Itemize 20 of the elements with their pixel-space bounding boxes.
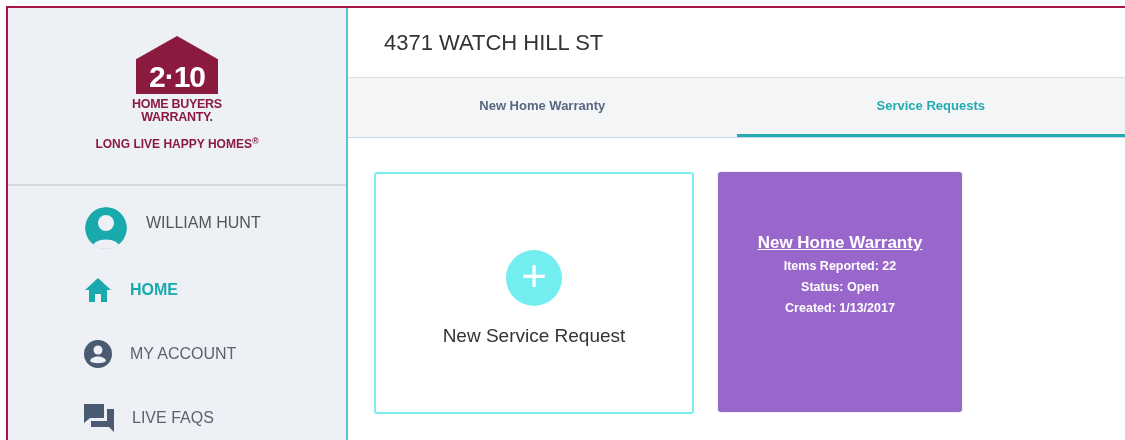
chat-icon [84, 404, 114, 432]
user-icon [84, 340, 112, 368]
nav-item[interactable]: MY ACCOUNT [84, 322, 346, 386]
logo-text: WARRANTY. [141, 110, 213, 123]
logo-text: HOME BUYERS [132, 98, 222, 111]
avatar-icon [84, 206, 128, 250]
request-detail: Items Reported: 22 [783, 257, 897, 275]
request-link[interactable]: New Home Warranty [757, 230, 923, 256]
tab[interactable]: New Home Warranty [348, 78, 737, 137]
new-request-card[interactable]: + New Service Request [374, 172, 694, 414]
request-detail: Created: 1/13/2017 [785, 299, 895, 317]
tagline: LONG LIVE HAPPY HOMES$^{®}$ [95, 135, 259, 153]
request-detail: Status: Open [801, 278, 879, 296]
card-label: New Service Request [442, 323, 626, 348]
user-name: WILLIAM HUNT [146, 213, 261, 233]
logo-mark: 2·10 [136, 36, 218, 94]
plus-icon: + [506, 249, 562, 306]
home-icon [84, 277, 112, 303]
page-title: 4371 WATCH HILL ST [384, 29, 604, 57]
nav-item[interactable]: LIVE FAQS [84, 386, 346, 440]
